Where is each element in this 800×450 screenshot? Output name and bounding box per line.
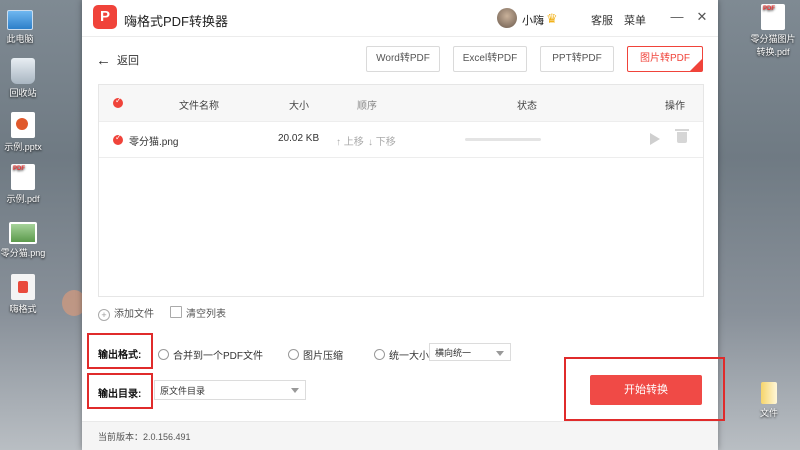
header-status: 状态 [517,101,537,112]
desktop-icon-pptx[interactable]: 示例.pptx [0,112,48,153]
radio-label: 合并到一个PDF文件 [173,351,263,362]
desktop-icon-label: 示例.pptx [4,142,42,152]
desktop-icon-pdf-output[interactable]: 零分猫图片转换.pdf [748,4,798,58]
select-all-checkbox[interactable] [113,96,123,108]
add-file-label: 添加文件 [114,309,154,320]
tab-excel-to-pdf[interactable]: Excel转PDF [453,46,527,72]
table-row[interactable]: 零分猫.png 20.02 KB ↑ 上移 ↓ 下移 [99,122,703,158]
move-up-button[interactable]: ↑ 上移 [336,133,364,148]
output-dir-value: 原文件目录 [160,386,206,396]
trash-outline-icon [170,306,182,318]
png-file-icon [9,222,37,244]
tab-image-to-pdf[interactable]: 图片转PDF [627,46,703,72]
row-checkbox[interactable] [113,133,123,145]
uniform-size-select[interactable]: 横向统一 [429,343,511,361]
radio-circle [374,349,385,360]
header-actions: 操作 [665,101,685,112]
desktop-icon-label: 嗨格式 [9,304,37,314]
version-label: 当前版本：2.0.156.491 [98,432,191,442]
desktop-icon-png[interactable]: 零分猫.png [0,218,48,259]
desktop-icon-pdf[interactable]: 示例.pdf [0,164,48,205]
radio-image-compress[interactable]: 图片压缩 [288,347,343,362]
avatar[interactable] [497,8,517,28]
header-size: 大小 [289,101,309,112]
app-window: P 嗨格式PDF转换器 小嗨 ♛ 客服 菜单 — ✕ ← 返回 Word转PDF … [82,0,725,450]
checkmark-icon [690,48,703,72]
computer-icon [7,10,33,30]
progress-bar [465,138,541,141]
radio-uniform-size[interactable]: 统一大小: [374,347,432,362]
app-logo-icon: P [93,5,117,29]
tab-word-to-pdf[interactable]: Word转PDF [366,46,440,72]
move-down-button[interactable]: ↓ 下移 [368,133,396,148]
desktop-icon-label: 文件 [759,408,778,418]
tab-label: 图片转PDF [640,53,690,64]
move-down-label: 下移 [375,137,396,148]
menu-button[interactable]: 菜单 [624,12,646,28]
output-dir-label: 输出目录: [98,389,142,400]
recycle-bin-icon [11,58,35,84]
output-format-label: 输出格式: [98,350,142,361]
status-bar: 当前版本：2.0.156.491 [82,421,718,450]
desktop-icon-label: 此电脑 [6,34,34,44]
back-button[interactable]: ← 返回 [96,52,139,69]
clear-list-button[interactable]: 清空列表 [170,305,226,320]
zip-file-icon [761,382,777,404]
uniform-size-value: 横向统一 [435,348,472,358]
title-bar: P 嗨格式PDF转换器 小嗨 ♛ 客服 菜单 — ✕ [82,0,718,37]
close-icon[interactable]: ✕ [693,8,711,26]
header-order: 顺序 [357,101,377,112]
desktop-icon-zip[interactable]: 文件 [744,382,794,419]
minimize-icon[interactable]: — [668,8,686,26]
radio-merge-pdf[interactable]: 合并到一个PDF文件 [158,347,263,362]
start-convert-button[interactable]: 开始转换 [590,375,702,405]
file-name: 零分猫.png [129,137,179,148]
radio-circle [288,349,299,360]
desktop-icon-app[interactable]: 嗨格式 [0,274,48,315]
tab-ppt-to-pdf[interactable]: PPT转PDF [540,46,614,72]
pdf-file-icon [761,4,785,30]
desktop-icon-label: 回收站 [9,88,37,98]
desktop-icon-label: 零分猫图片转换.pdf [750,34,796,57]
app-title: 嗨格式PDF转换器 [124,14,229,29]
chevron-down-icon [496,351,504,356]
support-button[interactable]: 客服 [591,12,613,28]
arrow-left-icon: ← [96,52,111,69]
plus-circle-icon: + [98,309,110,321]
play-icon[interactable] [650,133,660,145]
output-dir-select[interactable]: 原文件目录 [154,380,306,400]
vip-crown-icon: ♛ [546,11,558,26]
file-size: 20.02 KB [278,133,320,144]
pptx-file-icon [11,112,35,138]
desktop-icon-label: 示例.pdf [6,194,40,204]
radio-label: 统一大小: [389,351,432,362]
radio-circle [158,349,169,360]
desktop-icon-label: 零分猫.png [0,248,46,258]
file-list: 文件名称 大小 顺序 状态 操作 零分猫.png 20.02 KB ↑ 上移 ↓… [98,84,704,297]
clear-list-label: 清空列表 [186,309,226,320]
pdf-file-icon [11,164,35,190]
header-name: 文件名称 [179,101,219,112]
desktop-icon-recycle-bin[interactable]: 回收站 [0,58,48,99]
table-header: 文件名称 大小 顺序 状态 操作 [99,85,703,122]
back-label: 返回 [117,55,139,67]
radio-label: 图片压缩 [303,351,343,362]
trash-icon[interactable] [675,129,689,143]
username[interactable]: 小嗨 [522,12,544,28]
app-shortcut-icon [11,274,35,300]
chevron-down-icon [291,388,299,393]
move-up-label: 上移 [343,137,364,148]
desktop-icon-computer[interactable]: 此电脑 [0,6,45,45]
add-file-button[interactable]: + 添加文件 [98,305,154,321]
